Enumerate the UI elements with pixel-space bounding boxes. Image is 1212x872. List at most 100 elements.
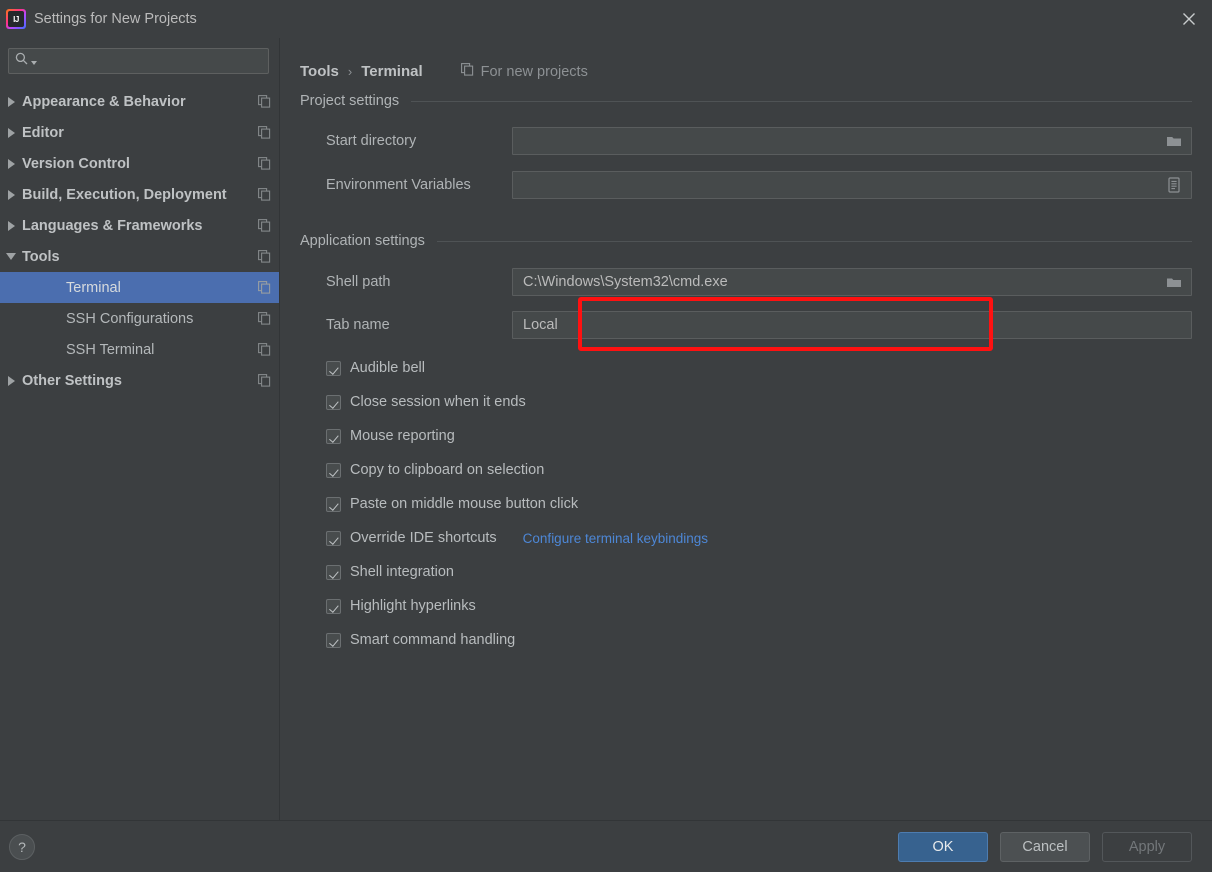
copy-settings-icon[interactable]: [258, 95, 271, 108]
checkbox-copy-to-clipboard-on-selection[interactable]: [326, 462, 341, 478]
checkbox-highlight-hyperlinks[interactable]: [326, 598, 341, 614]
cancel-button[interactable]: Cancel: [1000, 831, 1090, 862]
copy-settings-icon[interactable]: [258, 157, 271, 170]
sidebar-item-appearance-behavior[interactable]: Appearance & Behavior: [0, 86, 279, 117]
tree-twisty[interactable]: [0, 253, 22, 260]
shell-path-row: Shell path C:\Windows\System32\cmd.exe: [300, 268, 1192, 296]
tab-name-row: Tab name Local: [300, 311, 1192, 339]
section-project-settings: Project settings: [300, 88, 1192, 114]
tree-twisty[interactable]: [0, 220, 22, 231]
sidebar-item-label: SSH Configurations: [66, 310, 194, 327]
tree-twisty[interactable]: [0, 375, 22, 386]
tree-twisty[interactable]: [0, 127, 22, 138]
scope-indicator: For new projects: [460, 63, 588, 80]
checkbox-shell-integration[interactable]: [326, 564, 341, 580]
checkbox-paste-on-middle-mouse-button-click[interactable]: [326, 496, 341, 512]
dialog-buttons: OK Cancel Apply: [898, 831, 1192, 862]
env-list-icon[interactable]: [1157, 172, 1191, 198]
ok-button[interactable]: OK: [898, 831, 988, 862]
copy-settings-icon[interactable]: [258, 374, 271, 387]
folder-icon[interactable]: [1157, 269, 1191, 295]
environment-variables-input[interactable]: [512, 171, 1192, 199]
checkbox-label[interactable]: Mouse reporting: [350, 428, 455, 444]
sidebar-item-label: Version Control: [22, 155, 130, 172]
settings-sidebar: Appearance & Behavior Editor Version Contr…: [0, 38, 280, 820]
checkbox-label[interactable]: Audible bell: [350, 360, 425, 376]
checkbox-row: Mouse reporting: [300, 419, 1192, 453]
copy-settings-icon[interactable]: [258, 219, 271, 232]
checkbox-row: Audible bell: [300, 351, 1192, 385]
section-title: Application settings: [300, 233, 425, 249]
checkbox-row: Smart command handling: [300, 623, 1192, 657]
logo-text: IJ: [8, 11, 24, 27]
tree-twisty[interactable]: [0, 96, 22, 107]
sidebar-item-label: SSH Terminal: [66, 341, 155, 358]
sidebar-item-terminal[interactable]: Terminal: [0, 272, 279, 303]
checkbox-label[interactable]: Paste on middle mouse button click: [350, 496, 578, 512]
sidebar-item-languages-frameworks[interactable]: Languages & Frameworks: [0, 210, 279, 241]
search-box[interactable]: [8, 48, 269, 74]
sidebar-item-ssh-configurations[interactable]: SSH Configurations: [0, 303, 279, 334]
checkbox-audible-bell[interactable]: [326, 360, 341, 376]
breadcrumb-separator: ›: [347, 64, 353, 79]
checkbox-override-ide-shortcuts[interactable]: [326, 530, 341, 546]
copy-settings-icon[interactable]: [258, 281, 271, 294]
checkbox-label[interactable]: Highlight hyperlinks: [350, 598, 476, 614]
window-title: Settings for New Projects: [34, 11, 197, 27]
scope-label: For new projects: [480, 63, 588, 80]
shell-path-value: C:\Windows\System32\cmd.exe: [523, 274, 728, 290]
breadcrumb-parent[interactable]: Tools: [300, 63, 339, 80]
intellij-logo-icon: IJ: [6, 9, 26, 29]
checkbox-label[interactable]: Override IDE shortcuts: [350, 530, 497, 546]
close-icon[interactable]: [1166, 0, 1212, 38]
copy-settings-icon[interactable]: [258, 343, 271, 356]
checkbox-label[interactable]: Close session when it ends: [350, 394, 526, 410]
checkbox-smart-command-handling[interactable]: [326, 632, 341, 648]
search-input[interactable]: [37, 52, 262, 70]
checkbox-label[interactable]: Copy to clipboard on selection: [350, 462, 544, 478]
help-button[interactable]: ?: [9, 833, 35, 860]
tab-name-input[interactable]: Local: [512, 311, 1192, 339]
chevron-right-icon[interactable]: [7, 189, 15, 200]
checkbox-label[interactable]: Smart command handling: [350, 632, 515, 648]
copy-settings-icon[interactable]: [258, 312, 271, 325]
search-container: [0, 48, 279, 86]
shell-path-label: Shell path: [326, 274, 391, 290]
copy-settings-icon: [460, 63, 474, 80]
checkbox-row: Close session when it ends: [300, 385, 1192, 419]
settings-tree: Appearance & Behavior Editor Version Contr…: [0, 86, 279, 820]
sidebar-item-build-execution-deployment[interactable]: Build, Execution, Deployment: [0, 179, 279, 210]
sidebar-item-label: Languages & Frameworks: [22, 217, 203, 234]
search-icon: [15, 52, 28, 70]
start-directory-row: Start directory: [300, 127, 1192, 155]
sidebar-item-version-control[interactable]: Version Control: [0, 148, 279, 179]
copy-settings-icon[interactable]: [258, 250, 271, 263]
sidebar-item-label: Appearance & Behavior: [22, 93, 186, 110]
chevron-right-icon[interactable]: [7, 127, 15, 138]
shell-path-input[interactable]: C:\Windows\System32\cmd.exe: [512, 268, 1192, 296]
tree-twisty[interactable]: [0, 189, 22, 200]
apply-button[interactable]: Apply: [1102, 831, 1192, 862]
sidebar-item-label: Other Settings: [22, 372, 122, 389]
sidebar-item-ssh-terminal[interactable]: SSH Terminal: [0, 334, 279, 365]
sidebar-item-editor[interactable]: Editor: [0, 117, 279, 148]
dialog-footer: ? OK Cancel Apply: [0, 820, 1212, 872]
tree-twisty[interactable]: [0, 158, 22, 169]
settings-dialog: IJ Settings for New Projects Appearance …: [0, 0, 1212, 872]
section-title: Project settings: [300, 93, 400, 109]
sidebar-item-other-settings[interactable]: Other Settings: [0, 365, 279, 396]
copy-settings-icon[interactable]: [258, 126, 271, 139]
folder-icon[interactable]: [1157, 128, 1191, 154]
checkbox-label[interactable]: Shell integration: [350, 564, 454, 580]
chevron-right-icon[interactable]: [7, 375, 15, 386]
chevron-right-icon[interactable]: [7, 220, 15, 231]
configure-keybindings-link[interactable]: Configure terminal keybindings: [523, 531, 708, 546]
copy-settings-icon[interactable]: [258, 188, 271, 201]
chevron-right-icon[interactable]: [7, 96, 15, 107]
start-directory-input[interactable]: [512, 127, 1192, 155]
checkbox-close-session-when-it-ends[interactable]: [326, 394, 341, 410]
checkbox-mouse-reporting[interactable]: [326, 428, 341, 444]
chevron-down-icon[interactable]: [6, 253, 16, 260]
chevron-right-icon[interactable]: [7, 158, 15, 169]
sidebar-item-tools[interactable]: Tools: [0, 241, 279, 272]
